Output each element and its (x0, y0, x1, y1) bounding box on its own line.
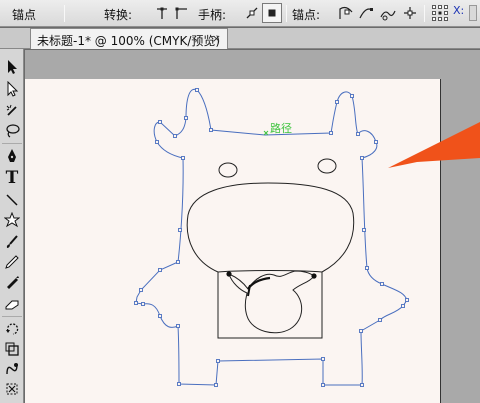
scale-tool-icon[interactable] (2, 339, 22, 359)
rotate-tool-icon[interactable] (2, 319, 22, 339)
eraser-tool-icon[interactable] (2, 294, 22, 314)
direct-selection-tool-icon[interactable] (2, 79, 22, 99)
remove-anchor-icon (339, 6, 353, 19)
separator (286, 5, 287, 22)
toolbox-divider (2, 143, 22, 144)
handle-show-icon (246, 7, 258, 19)
anchor-label: 锚点 (12, 8, 37, 22)
free-transform-tool-icon[interactable] (2, 379, 22, 399)
close-tab-icon[interactable]: × (212, 32, 221, 45)
anchor-points-label: 锚点: (292, 8, 321, 22)
cut-path-icon (380, 10, 396, 21)
pencil-tool-icon[interactable] (2, 252, 22, 272)
handle-label: 手柄: (198, 8, 227, 22)
type-tool-icon[interactable]: T (2, 168, 22, 188)
remove-anchor-button[interactable] (336, 3, 356, 23)
connect-anchors-icon (359, 8, 373, 19)
convert-smooth-icon (175, 7, 187, 19)
toolbox-divider (2, 316, 22, 317)
handle-hide-button[interactable] (262, 3, 282, 23)
x-field-dropdown[interactable] (469, 5, 477, 21)
magic-wand-tool-icon[interactable] (2, 101, 22, 121)
cut-path-button[interactable] (378, 3, 398, 23)
canvas-area[interactable] (25, 50, 480, 403)
reference-point-button[interactable] (430, 3, 450, 23)
x-coordinate-label: X: (453, 4, 465, 17)
document-tab-bar: 未标题-1* @ 100% (CMYK/预览) × (0, 28, 480, 49)
separator (424, 5, 425, 22)
separator (64, 5, 65, 22)
tools-panel: T (0, 49, 24, 403)
handle-show-button[interactable] (242, 3, 262, 23)
document-tab-title: 未标题-1* @ 100% (CMYK/预览) (37, 34, 221, 48)
paintbrush-tool-icon[interactable] (2, 232, 22, 252)
warp-tool-icon[interactable] (2, 359, 22, 379)
selection-tool-icon[interactable] (2, 57, 22, 77)
line-segment-tool-icon[interactable] (2, 190, 22, 210)
control-bar: 锚点 转换: 手柄: 锚点: X: (0, 0, 480, 27)
convert-corner-icon (157, 7, 167, 19)
convert-to-corner-button[interactable] (152, 3, 172, 23)
connect-anchors-button[interactable] (356, 3, 376, 23)
artboard[interactable] (25, 79, 441, 403)
convert-label: 转换: (104, 8, 133, 22)
isolate-mode-icon (404, 7, 416, 19)
document-tab[interactable]: 未标题-1* @ 100% (CMYK/预览) × (30, 28, 228, 49)
handle-hide-icon (268, 9, 276, 17)
isolate-mode-button[interactable] (400, 3, 420, 23)
blob-brush-tool-icon[interactable] (2, 272, 22, 292)
star-tool-icon[interactable] (2, 210, 22, 230)
reference-point-icon (432, 5, 448, 21)
pen-tool-icon[interactable] (2, 146, 22, 166)
lasso-tool-icon[interactable] (2, 121, 22, 141)
convert-to-smooth-button[interactable] (172, 3, 192, 23)
